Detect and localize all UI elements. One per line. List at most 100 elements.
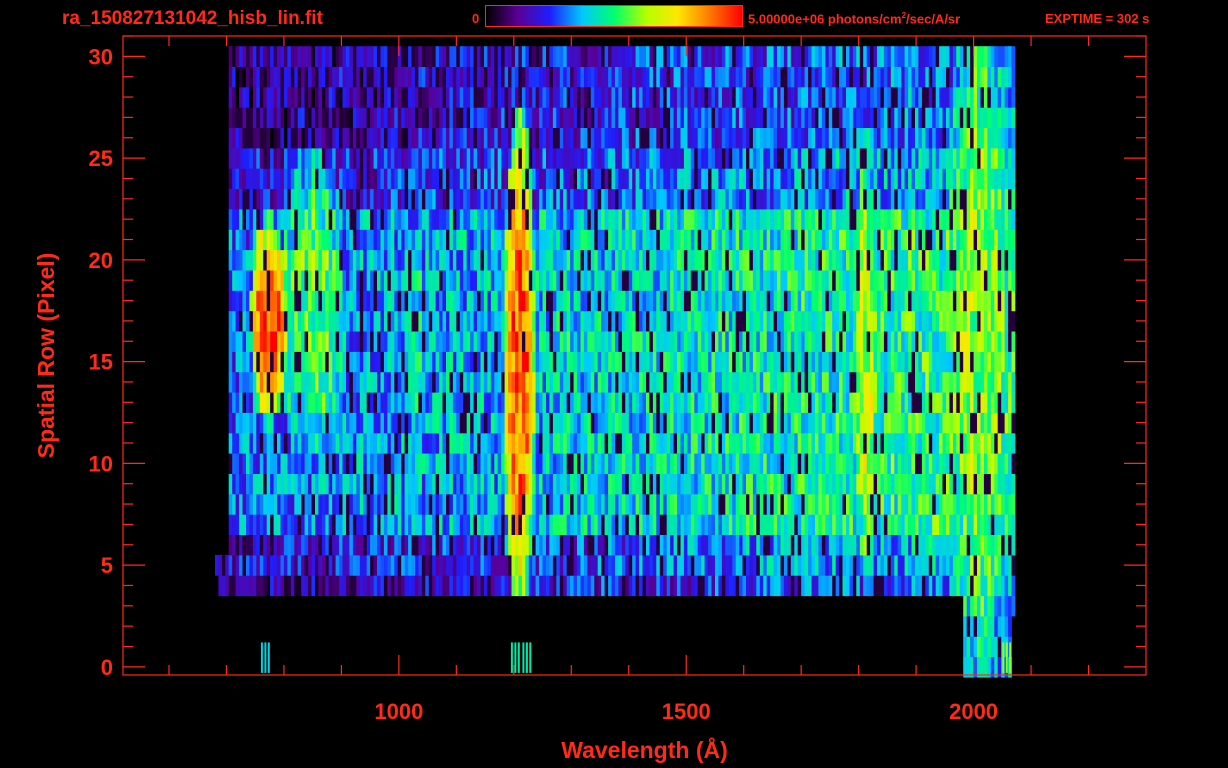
heatmap-cell bbox=[825, 392, 830, 413]
heatmap-cell bbox=[583, 554, 588, 576]
heatmap-cell bbox=[501, 209, 505, 230]
heatmap-cell bbox=[452, 493, 457, 515]
heatmap-cell bbox=[966, 554, 971, 576]
heatmap-cell bbox=[532, 493, 536, 515]
heatmap-cell bbox=[542, 147, 547, 169]
heatmap-cell bbox=[473, 188, 478, 210]
heatmap-cell bbox=[421, 270, 426, 291]
heatmap-cell bbox=[677, 351, 681, 373]
heatmap-cell bbox=[608, 147, 612, 169]
heatmap-cell bbox=[387, 209, 392, 230]
heatmap-cell bbox=[246, 290, 250, 312]
heatmap-cell bbox=[232, 270, 236, 291]
heatmap-cell bbox=[332, 493, 336, 515]
heatmap-cell bbox=[525, 453, 530, 474]
heatmap-cell bbox=[839, 473, 843, 495]
heatmap-cell bbox=[939, 331, 943, 352]
heatmap-cell bbox=[587, 371, 592, 393]
heatmap-cell bbox=[752, 432, 757, 454]
heatmap-cell bbox=[721, 554, 726, 576]
heatmap-cell bbox=[283, 188, 288, 210]
heatmap-cell bbox=[577, 575, 581, 597]
heatmap-cell bbox=[649, 412, 654, 434]
heatmap-cell bbox=[525, 188, 530, 210]
heatmap-cell bbox=[370, 453, 374, 474]
heatmap-cell bbox=[504, 270, 509, 291]
heatmap-cell bbox=[949, 290, 954, 312]
heatmap-cell bbox=[539, 432, 543, 454]
heatmap-cell bbox=[304, 249, 309, 271]
heatmap-cell bbox=[366, 270, 371, 291]
heatmap-cell bbox=[570, 310, 574, 332]
heatmap-cell bbox=[821, 310, 826, 332]
heatmap-cell bbox=[497, 371, 502, 393]
heatmap-cell bbox=[363, 351, 367, 373]
heatmap-cell bbox=[921, 514, 926, 535]
heatmap-cell bbox=[339, 331, 343, 352]
heatmap-cell bbox=[701, 229, 705, 251]
heatmap-cell bbox=[415, 188, 419, 210]
heatmap-cell bbox=[859, 371, 864, 393]
heatmap-cell bbox=[259, 412, 264, 434]
heatmap-cell bbox=[566, 147, 571, 169]
heatmap-cell bbox=[232, 147, 236, 169]
heatmap-cell bbox=[887, 554, 892, 576]
heatmap-cell bbox=[963, 554, 967, 576]
heatmap-cell bbox=[539, 270, 543, 291]
heatmap-cell bbox=[328, 188, 333, 210]
heatmap-cell bbox=[866, 432, 871, 454]
heatmap-cell bbox=[894, 310, 899, 332]
heatmap-cell bbox=[897, 514, 902, 535]
heatmap-cell bbox=[870, 290, 874, 312]
heatmap-cell bbox=[694, 270, 699, 291]
heatmap-cell bbox=[521, 493, 526, 515]
heatmap-cell bbox=[456, 331, 461, 352]
heatmap-cell bbox=[687, 371, 692, 393]
heatmap-cell bbox=[425, 554, 430, 576]
heatmap-cell bbox=[825, 229, 830, 251]
heatmap-cell bbox=[349, 392, 354, 413]
heatmap-cell bbox=[680, 371, 685, 393]
heatmap-cell bbox=[728, 514, 733, 535]
heatmap-cell bbox=[725, 473, 730, 495]
heatmap-cell bbox=[425, 392, 430, 413]
heatmap-cell bbox=[556, 392, 561, 413]
heatmap-cell bbox=[380, 514, 385, 535]
heatmap-cell bbox=[535, 331, 540, 352]
heatmap-cell bbox=[501, 331, 505, 352]
heatmap-cell bbox=[773, 392, 778, 413]
heatmap-cell bbox=[749, 310, 754, 332]
heatmap-cell bbox=[466, 575, 471, 597]
heatmap-cell bbox=[832, 209, 836, 230]
heatmap-cell bbox=[263, 249, 267, 271]
heatmap-cell bbox=[852, 412, 857, 434]
heatmap-cell bbox=[297, 147, 302, 169]
heatmap-cell bbox=[359, 371, 364, 393]
heatmap-cell bbox=[604, 575, 609, 597]
heatmap-cell bbox=[808, 453, 812, 474]
heatmap-cell bbox=[652, 209, 657, 230]
heatmap-cell bbox=[366, 534, 371, 556]
heatmap-cell bbox=[473, 473, 478, 495]
heatmap-cell bbox=[735, 453, 740, 474]
heatmap-cell bbox=[997, 554, 1002, 576]
heatmap-cell bbox=[228, 290, 233, 312]
heatmap-cell bbox=[356, 554, 361, 576]
heatmap-cell bbox=[835, 432, 840, 454]
heatmap-cell bbox=[594, 351, 599, 373]
heatmap-cell bbox=[908, 168, 912, 190]
heatmap-cell bbox=[801, 310, 805, 332]
heatmap-cell bbox=[694, 168, 699, 190]
heatmap-cell bbox=[304, 229, 309, 251]
heatmap-cell bbox=[932, 493, 936, 515]
heatmap-cell bbox=[404, 514, 409, 535]
heatmap-cell bbox=[263, 188, 267, 210]
heatmap-cell bbox=[942, 209, 947, 230]
heatmap-cell bbox=[728, 473, 733, 495]
heatmap-cell bbox=[339, 188, 343, 210]
heatmap-cell bbox=[918, 453, 923, 474]
heatmap-cell bbox=[228, 270, 233, 291]
heatmap-cell bbox=[942, 168, 947, 190]
heatmap-cell bbox=[625, 412, 630, 434]
heatmap-cell bbox=[432, 473, 436, 495]
